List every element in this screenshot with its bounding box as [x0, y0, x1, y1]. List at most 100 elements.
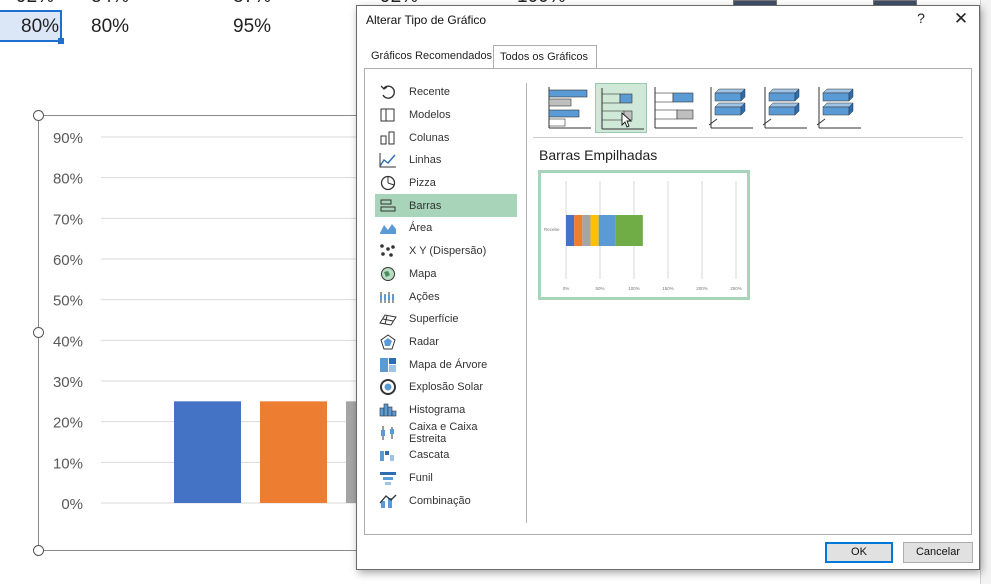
templates-icon: [379, 107, 397, 123]
chart-type-sunburst-chart[interactable]: Explosão Solar: [375, 376, 517, 399]
resize-handle[interactable]: [33, 327, 44, 338]
combo-chart-icon: [379, 493, 397, 509]
chart-type-stock-chart[interactable]: Ações: [375, 285, 517, 308]
sunburst-chart-icon: [379, 379, 397, 396]
subtype-title: Barras Empilhadas: [539, 147, 658, 163]
change-chart-type-dialog: Alterar Tipo de Gráfico ? ✕ Gráficos Rec…: [356, 5, 980, 570]
preview-bar-segment: [615, 215, 643, 246]
chart-type-radar-chart[interactable]: Radar: [375, 331, 517, 354]
clustered-bar-button[interactable]: [543, 83, 595, 133]
cell-bottom-3[interactable]: 95%: [233, 16, 271, 38]
chart-preview[interactable]: 0% 50% 100% 150% 200% 250% Recebe: [538, 170, 750, 300]
3d-clustered-bar-button[interactable]: [705, 83, 757, 133]
preview-tick-label: 150%: [662, 286, 674, 291]
y-tick-label: 10%: [53, 455, 83, 472]
histogram-chart-icon: [379, 402, 397, 418]
chart-bar[interactable]: [260, 401, 327, 503]
stacked-bar-preview: 0% 50% 100% 150% 200% 250% Recebe: [544, 181, 742, 291]
chart-type-label: Radar: [409, 335, 439, 348]
chart-type-label: Modelos: [409, 109, 451, 122]
chart-type-combo-chart[interactable]: Combinação: [375, 489, 517, 512]
3d-stacked-bar-button[interactable]: [759, 83, 811, 133]
chart-type-recent[interactable]: Recente: [375, 81, 517, 104]
clustered-bar-icon: [548, 87, 591, 129]
resize-handle[interactable]: [33, 545, 44, 556]
chart-type-treemap-chart[interactable]: Mapa de Árvore: [375, 353, 517, 376]
chart-type-label: Ações: [409, 290, 440, 303]
y-tick-label: 20%: [53, 415, 83, 432]
chart-type-waterfall-chart[interactable]: Cascata: [375, 444, 517, 467]
column-chart-icon: [379, 130, 397, 146]
cell-top-2[interactable]: 84%: [91, 0, 129, 8]
resize-handle[interactable]: [33, 110, 44, 121]
preview-category-label: Recebe: [544, 227, 560, 232]
cell-top-3[interactable]: 87%: [233, 0, 271, 8]
pie-chart-icon: [379, 175, 397, 191]
preview-tick-label: 200%: [696, 286, 708, 291]
preview-bar-segment: [582, 215, 591, 246]
chart-type-label: Colunas: [409, 131, 450, 144]
chart-type-surface-chart[interactable]: Superfície: [375, 308, 517, 331]
chart-type-label: Caixa e Caixa Estreita: [409, 420, 478, 445]
stacked-bar-icon: [601, 88, 644, 130]
waterfall-chart-icon: [379, 447, 397, 463]
radar-chart-icon: [379, 334, 397, 350]
preview-bar-segment: [574, 215, 583, 246]
chart-type-area-chart[interactable]: Área: [375, 217, 517, 240]
scatter-chart-icon: [379, 243, 397, 259]
3d-stacked-bar-icon: [762, 87, 807, 129]
panel-divider: [526, 83, 527, 523]
chart-bar[interactable]: [174, 401, 241, 503]
chart-type-scatter-chart[interactable]: X Y (Dispersão): [375, 240, 517, 263]
map-chart-icon: [379, 266, 397, 282]
ok-button[interactable]: OK: [825, 542, 893, 563]
treemap-chart-icon: [379, 357, 397, 373]
fill-handle[interactable]: [58, 38, 64, 44]
chart-subtype-row: [543, 83, 963, 133]
cell-bottom-2[interactable]: 80%: [91, 16, 129, 38]
preview-tick-label: 50%: [595, 286, 604, 291]
y-tick-label: 90%: [53, 130, 83, 147]
stacked-bar-button[interactable]: [595, 83, 647, 133]
chart-type-pie-chart[interactable]: Pizza: [375, 172, 517, 195]
preview-bar-segment: [566, 215, 575, 246]
close-button[interactable]: ✕: [950, 9, 972, 31]
area-chart-icon: [379, 220, 397, 236]
y-tick-label: 0%: [61, 496, 83, 513]
help-button[interactable]: ?: [911, 10, 931, 30]
chart-type-histogram-chart[interactable]: Histograma: [375, 399, 517, 422]
chart-type-line-chart[interactable]: Linhas: [375, 149, 517, 172]
chart-type-list: Recente Modelos Colunas Linhas Pizza Barras Ár…: [375, 81, 517, 512]
chart-type-label: Superfície: [409, 313, 459, 326]
column-chart: 0% 10% 20% 30% 40% 50% 60% 70% 80% 90%: [53, 130, 379, 513]
chart-type-label: Funil: [409, 472, 433, 485]
tab-all-charts[interactable]: Todos os Gráficos: [493, 45, 597, 69]
all-charts-panel: Recente Modelos Colunas Linhas Pizza Barras Ár…: [364, 68, 972, 535]
chart-type-templates[interactable]: Modelos: [375, 104, 517, 127]
chart-type-box-whisker-chart[interactable]: Caixa e Caixa Estreita: [375, 420, 517, 445]
chart-type-bar-chart[interactable]: Barras: [375, 194, 517, 218]
preview-tick-label: 0%: [563, 286, 570, 291]
tab-recommended-charts[interactable]: Gráficos Recomendados: [365, 45, 493, 69]
chart-type-funnel-chart[interactable]: Funil: [375, 467, 517, 490]
box-whisker-chart-icon: [379, 425, 397, 441]
chart-type-label: Combinação: [409, 494, 471, 507]
chart-type-map-chart[interactable]: Mapa: [375, 263, 517, 286]
chart-type-label: Área: [409, 222, 433, 235]
bar-chart-icon: [379, 198, 397, 214]
cancel-button[interactable]: Cancelar: [903, 542, 973, 563]
scrollbar-strip[interactable]: [980, 0, 991, 584]
subtype-divider: [533, 137, 963, 138]
chart-type-label: Mapa de Árvore: [409, 358, 488, 371]
100-stacked-bar-button[interactable]: [649, 83, 701, 133]
3d-100-stacked-bar-button[interactable]: [813, 83, 865, 133]
100-stacked-bar-icon: [654, 87, 697, 129]
cell-top-1[interactable]: 92%: [16, 0, 54, 8]
chart-type-label: Histograma: [409, 403, 466, 416]
chart-area[interactable]: 0% 10% 20% 30% 40% 50% 60% 70% 80% 90%: [38, 115, 379, 551]
preview-bar-segment: [590, 215, 599, 246]
y-tick-label: 60%: [53, 252, 83, 269]
chart-type-column-chart[interactable]: Colunas: [375, 126, 517, 149]
y-tick-label: 70%: [53, 211, 83, 228]
cell-selected-value[interactable]: 80%: [21, 16, 59, 38]
